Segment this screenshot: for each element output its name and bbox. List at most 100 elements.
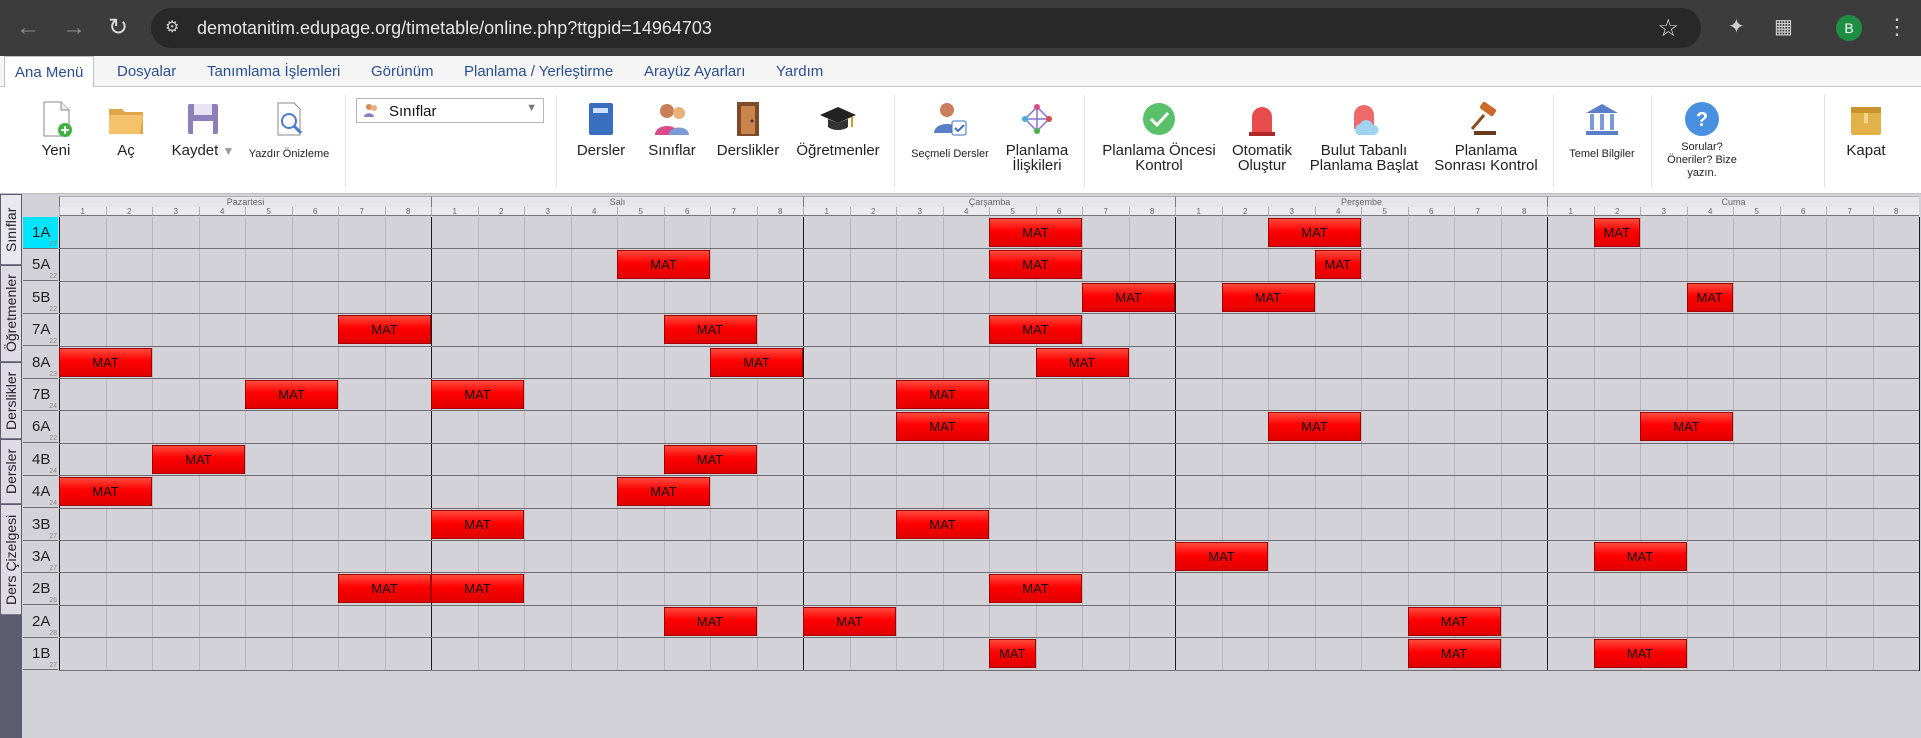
lesson-card[interactable]: MAT	[1686, 282, 1733, 312]
lesson-card[interactable]: MAT	[1035, 347, 1129, 377]
electives-button[interactable]: Seçmeli Dersler	[908, 87, 992, 194]
postcheck-button[interactable]: Planlama Sonrası Kontrol	[1432, 87, 1540, 194]
lesson-card[interactable]: MAT	[431, 380, 524, 409]
lesson-card[interactable]: MAT	[663, 315, 757, 345]
lesson-card[interactable]: MAT	[338, 574, 431, 604]
precheck-button[interactable]: Planlama Öncesi Kontrol	[1097, 87, 1221, 194]
period-header: 5	[245, 207, 292, 216]
lesson-card[interactable]: MAT	[896, 380, 989, 409]
lesson-card[interactable]: MAT	[617, 477, 710, 507]
tab-dersler[interactable]: Dersler	[1, 440, 21, 504]
cloud-planning-button[interactable]: Bulut Tabanlı Planlama Başlat	[1304, 87, 1424, 194]
institution-building-icon	[1586, 104, 1618, 135]
menu-yardim[interactable]: Yardım	[766, 56, 833, 87]
menu-tanimlama[interactable]: Tanımlama İşlemleri	[197, 56, 350, 87]
electives-label: Seçmeli Dersler	[911, 148, 989, 160]
address-bar[interactable]: ⚙ demotanitim.edupage.org/timetable/onli…	[151, 8, 1701, 48]
lesson-card[interactable]: MAT	[989, 218, 1082, 247]
lesson-card[interactable]: MAT	[710, 347, 803, 377]
forward-arrow-icon[interactable]: →	[58, 12, 90, 44]
lesson-card[interactable]: MAT	[1221, 282, 1315, 312]
lesson-card[interactable]: MAT	[663, 606, 757, 636]
lesson-card[interactable]: MAT	[896, 509, 989, 539]
lesson-card[interactable]: MAT	[617, 250, 710, 280]
lesson-card[interactable]: MAT	[989, 574, 1082, 604]
auto-generate-button[interactable]: Otomatik Oluştur	[1228, 87, 1296, 194]
lesson-card[interactable]: MAT	[1640, 412, 1733, 442]
lesson-card[interactable]: MAT	[896, 412, 989, 442]
site-info-icon[interactable]: ⚙	[165, 18, 185, 38]
lesson-card[interactable]: MAT	[431, 574, 524, 604]
lesson-card[interactable]: MAT	[1268, 412, 1361, 442]
classes-button[interactable]: Sınıflar	[642, 87, 702, 194]
class-row-header[interactable]: 4A 24	[23, 476, 58, 509]
tab-siniflar[interactable]: Sınıflar	[1, 195, 21, 265]
basic-info-button[interactable]: Temel Bilgiler	[1566, 87, 1638, 194]
extension-icon[interactable]: ✦	[1728, 14, 1745, 39]
lesson-card[interactable]: MAT	[1314, 250, 1361, 280]
tab-ders-cizelgesi[interactable]: Ders Çizelgesi	[1, 505, 21, 615]
lesson-card[interactable]: MAT	[431, 509, 524, 539]
lesson-card[interactable]: MAT	[803, 606, 896, 636]
tab-derslikler[interactable]: Derslikler	[1, 363, 21, 439]
lesson-card[interactable]: MAT	[59, 347, 152, 377]
lesson-card[interactable]: MAT	[338, 315, 431, 345]
menu-gorunum[interactable]: Görünüm	[361, 56, 444, 87]
lesson-card[interactable]: MAT	[1082, 282, 1175, 312]
close-button[interactable]: Kapat	[1840, 87, 1892, 194]
classrooms-button[interactable]: Derslikler	[715, 87, 781, 194]
save-button[interactable]: Kaydet ▼	[170, 87, 236, 194]
menu-ana-menu[interactable]: Ana Menü	[4, 56, 95, 88]
row-divider	[59, 475, 1919, 477]
class-row-header[interactable]: 1B 27	[23, 638, 58, 671]
open-button[interactable]: Aç	[104, 87, 148, 194]
lesson-card[interactable]: MAT	[989, 250, 1082, 280]
class-row-header[interactable]: 3A 27	[23, 541, 58, 573]
reload-icon[interactable]: ↻	[102, 12, 134, 44]
new-button[interactable]: Yeni	[34, 87, 78, 194]
lesson-card[interactable]: MAT	[1593, 218, 1640, 247]
lesson-card[interactable]: MAT	[245, 380, 338, 409]
class-row-header[interactable]: 6A 22	[23, 411, 58, 444]
subjects-button[interactable]: Dersler	[573, 87, 629, 194]
profile-avatar[interactable]: B	[1836, 15, 1862, 41]
lesson-card[interactable]: MAT	[663, 444, 757, 474]
url-text[interactable]: demotanitim.edupage.org/timetable/online…	[197, 18, 712, 39]
print-preview-button[interactable]: Yazdır Önizleme	[246, 87, 332, 194]
tab-ogretmenler[interactable]: Öğretmenler	[1, 266, 21, 362]
lesson-card[interactable]: MAT	[1175, 542, 1268, 571]
lesson-card[interactable]: MAT	[989, 315, 1082, 345]
period-divider	[1361, 217, 1362, 671]
menu-planlama[interactable]: Planlama / Yerleştirme	[454, 56, 623, 87]
relations-button[interactable]: Planlama İlişkileri	[1002, 87, 1072, 194]
class-row-header[interactable]: 5A 22	[23, 249, 58, 282]
class-row-header[interactable]: 1A 27	[23, 217, 58, 249]
class-row-header[interactable]: 7B 24	[23, 379, 58, 411]
teachers-label: Öğretmenler	[796, 142, 880, 159]
lesson-card[interactable]: MAT	[989, 639, 1036, 669]
view-select-dropdown[interactable]: Sınıflar ▼	[356, 98, 544, 123]
class-row-header[interactable]: 8A 23	[23, 346, 58, 379]
lesson-card[interactable]: MAT	[1593, 639, 1687, 669]
lesson-card[interactable]: MAT	[1268, 218, 1361, 247]
class-row-header[interactable]: 5B 22	[23, 281, 58, 314]
menu-dosyalar[interactable]: Dosyalar	[107, 56, 186, 87]
class-row-header[interactable]: 2B 26	[23, 573, 58, 606]
lesson-card[interactable]: MAT	[59, 477, 152, 507]
class-row-header[interactable]: 3B 27	[23, 508, 58, 541]
lesson-card[interactable]: MAT	[1407, 606, 1501, 636]
kebab-menu-icon[interactable]: ⋮	[1886, 14, 1908, 40]
teachers-button[interactable]: Öğretmenler	[794, 87, 882, 194]
class-row-header[interactable]: 4B 24	[23, 443, 58, 476]
class-row-header[interactable]: 2A 28	[23, 605, 58, 638]
lesson-card[interactable]: MAT	[152, 444, 245, 474]
lesson-card[interactable]: MAT	[1593, 542, 1687, 571]
class-row-header[interactable]: 7A 22	[23, 314, 58, 347]
bookmark-star-icon[interactable]: ☆	[1657, 14, 1679, 43]
period-header: 7	[1454, 207, 1501, 216]
feedback-button[interactable]: ? Sorular? Öneriler? Bize yazın.	[1664, 87, 1740, 194]
lesson-card[interactable]: MAT	[1407, 639, 1501, 669]
extensions-puzzle-icon[interactable]: ▦	[1774, 14, 1793, 39]
menu-arayuz[interactable]: Arayüz Ayarları	[634, 56, 755, 87]
back-arrow-icon[interactable]: ←	[12, 12, 44, 44]
